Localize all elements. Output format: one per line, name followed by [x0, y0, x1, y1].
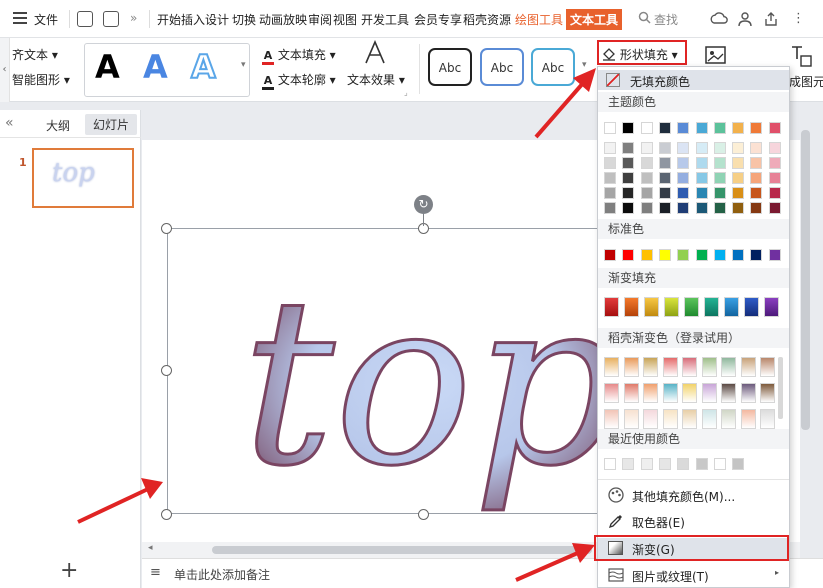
arrow-to-shape-fill: [534, 68, 596, 139]
annotation-arrows: [77, 68, 596, 582]
arrow-to-slide: [77, 478, 163, 524]
arrow-to-gradient: [515, 543, 595, 582]
